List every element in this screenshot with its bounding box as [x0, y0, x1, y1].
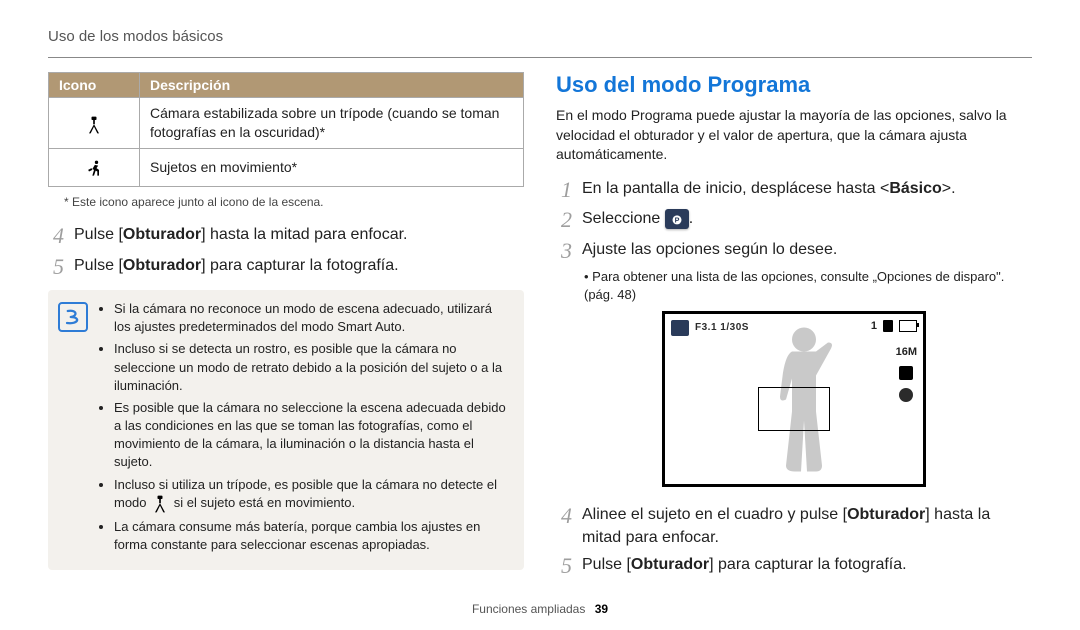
step-3-sub-bullet: • Para obtener una lista de las opciones… — [584, 268, 1032, 303]
step-text-pre: En la pantalla de inicio, desplácese has… — [582, 180, 889, 197]
note-item: Incluso si se detecta un rostro, es posi… — [114, 340, 510, 395]
step-text-post: ] para capturar la fotografía. — [201, 257, 398, 274]
tripod-icon — [150, 494, 170, 514]
left-column: Icono Descripción Cámara estabilizada so… — [48, 72, 524, 584]
step-1-right: 1 En la pantalla de inicio, desplácese h… — [556, 177, 1032, 203]
step-3-right: 3 Ajuste las opciones según lo desee. — [556, 238, 1032, 264]
right-column: Uso del modo Programa En el modo Program… — [556, 72, 1032, 584]
battery-icon — [899, 320, 917, 332]
shots-remaining: 1 — [871, 320, 877, 332]
table-row: Sujetos en movimiento* — [49, 148, 524, 186]
page-footer: Funciones ampliadas 39 — [0, 602, 1080, 616]
note-box: Si la cámara no reconoce un modo de esce… — [48, 290, 524, 570]
anti-shake-icon — [899, 388, 913, 402]
step-text: Seleccione — [582, 210, 665, 227]
resolution-badge: 16M — [896, 346, 917, 358]
note-item: Incluso si utiliza un trípode, es posibl… — [114, 476, 510, 514]
step-text-post: ] hasta la mitad para enfocar. — [201, 226, 407, 243]
table-row: Cámara estabilizada sobre un trípode (cu… — [49, 98, 524, 149]
step-number: 5 — [556, 553, 572, 579]
step-text-bold: Básico — [889, 180, 941, 197]
step-number: 4 — [556, 503, 572, 529]
step-text: Ajuste las opciones según lo desee. — [582, 241, 837, 258]
table-header-desc: Descripción — [140, 73, 524, 98]
note-item: Es posible que la cámara no seleccione l… — [114, 399, 510, 472]
step-text-pre: Pulse [ — [74, 257, 123, 274]
table-cell-desc: Cámara estabilizada sobre un trípode (cu… — [140, 98, 524, 149]
step-text-bold: Obturador — [123, 257, 201, 274]
program-mode-icon — [671, 320, 689, 336]
breadcrumb: Uso de los modos básicos — [48, 28, 1032, 45]
step-4-right: 4 Alinee el sujeto en el cuadro y pulse … — [556, 503, 1032, 549]
step-text-bold: Obturador — [123, 226, 201, 243]
footer-page-number: 39 — [595, 602, 608, 616]
step-text-pre: Pulse [ — [74, 226, 123, 243]
icon-description-table: Icono Descripción Cámara estabilizada so… — [48, 72, 524, 187]
step-5-left: 5 Pulse [Obturador] para capturar la fot… — [48, 254, 524, 280]
exposure-info: F3.1 1/30S — [695, 322, 749, 333]
step-4-left: 4 Pulse [Obturador] hasta la mitad para … — [48, 223, 524, 249]
note-icon — [58, 302, 88, 332]
svg-text:P: P — [674, 216, 679, 225]
step-2-right: 2 Seleccione P . — [556, 207, 1032, 233]
step-number: 3 — [556, 238, 572, 264]
memory-card-icon — [883, 320, 893, 332]
footer-section: Funciones ampliadas — [472, 602, 585, 616]
section-title: Uso del modo Programa — [556, 72, 1032, 98]
step-number: 1 — [556, 177, 572, 203]
note-list: Si la cámara no reconoce un modo de esce… — [98, 300, 510, 558]
tripod-icon — [49, 98, 140, 149]
note-item: Si la cámara no reconoce un modo de esce… — [114, 300, 510, 336]
step-text-pre: Pulse [ — [582, 556, 631, 573]
step-number: 5 — [48, 254, 64, 280]
focus-frame — [758, 387, 830, 431]
step-text-post: >. — [942, 180, 956, 197]
step-number: 4 — [48, 223, 64, 249]
divider — [48, 57, 1032, 58]
section-intro: En el modo Programa puede ajustar la may… — [556, 106, 1032, 165]
step-text-bold: Obturador — [631, 556, 709, 573]
program-mode-icon: P — [665, 209, 689, 229]
step-text-bold: Obturador — [847, 506, 925, 523]
flash-auto-icon — [899, 366, 913, 380]
note-item: La cámara consume más batería, porque ca… — [114, 518, 510, 554]
table-header-icon: Icono — [49, 73, 140, 98]
step-5-right: 5 Pulse [Obturador] para capturar la fot… — [556, 553, 1032, 579]
step-text-post: ] para capturar la fotografía. — [709, 556, 906, 573]
running-icon — [49, 148, 140, 186]
table-footnote: * Este icono aparece junto al icono de l… — [64, 195, 524, 209]
step-text-pre: Alinee el sujeto en el cuadro y pulse [ — [582, 506, 847, 523]
step-number: 2 — [556, 207, 572, 233]
table-cell-desc: Sujetos en movimiento* — [140, 148, 524, 186]
camera-lcd-preview: F3.1 1/30S 1 16M — [662, 311, 926, 487]
